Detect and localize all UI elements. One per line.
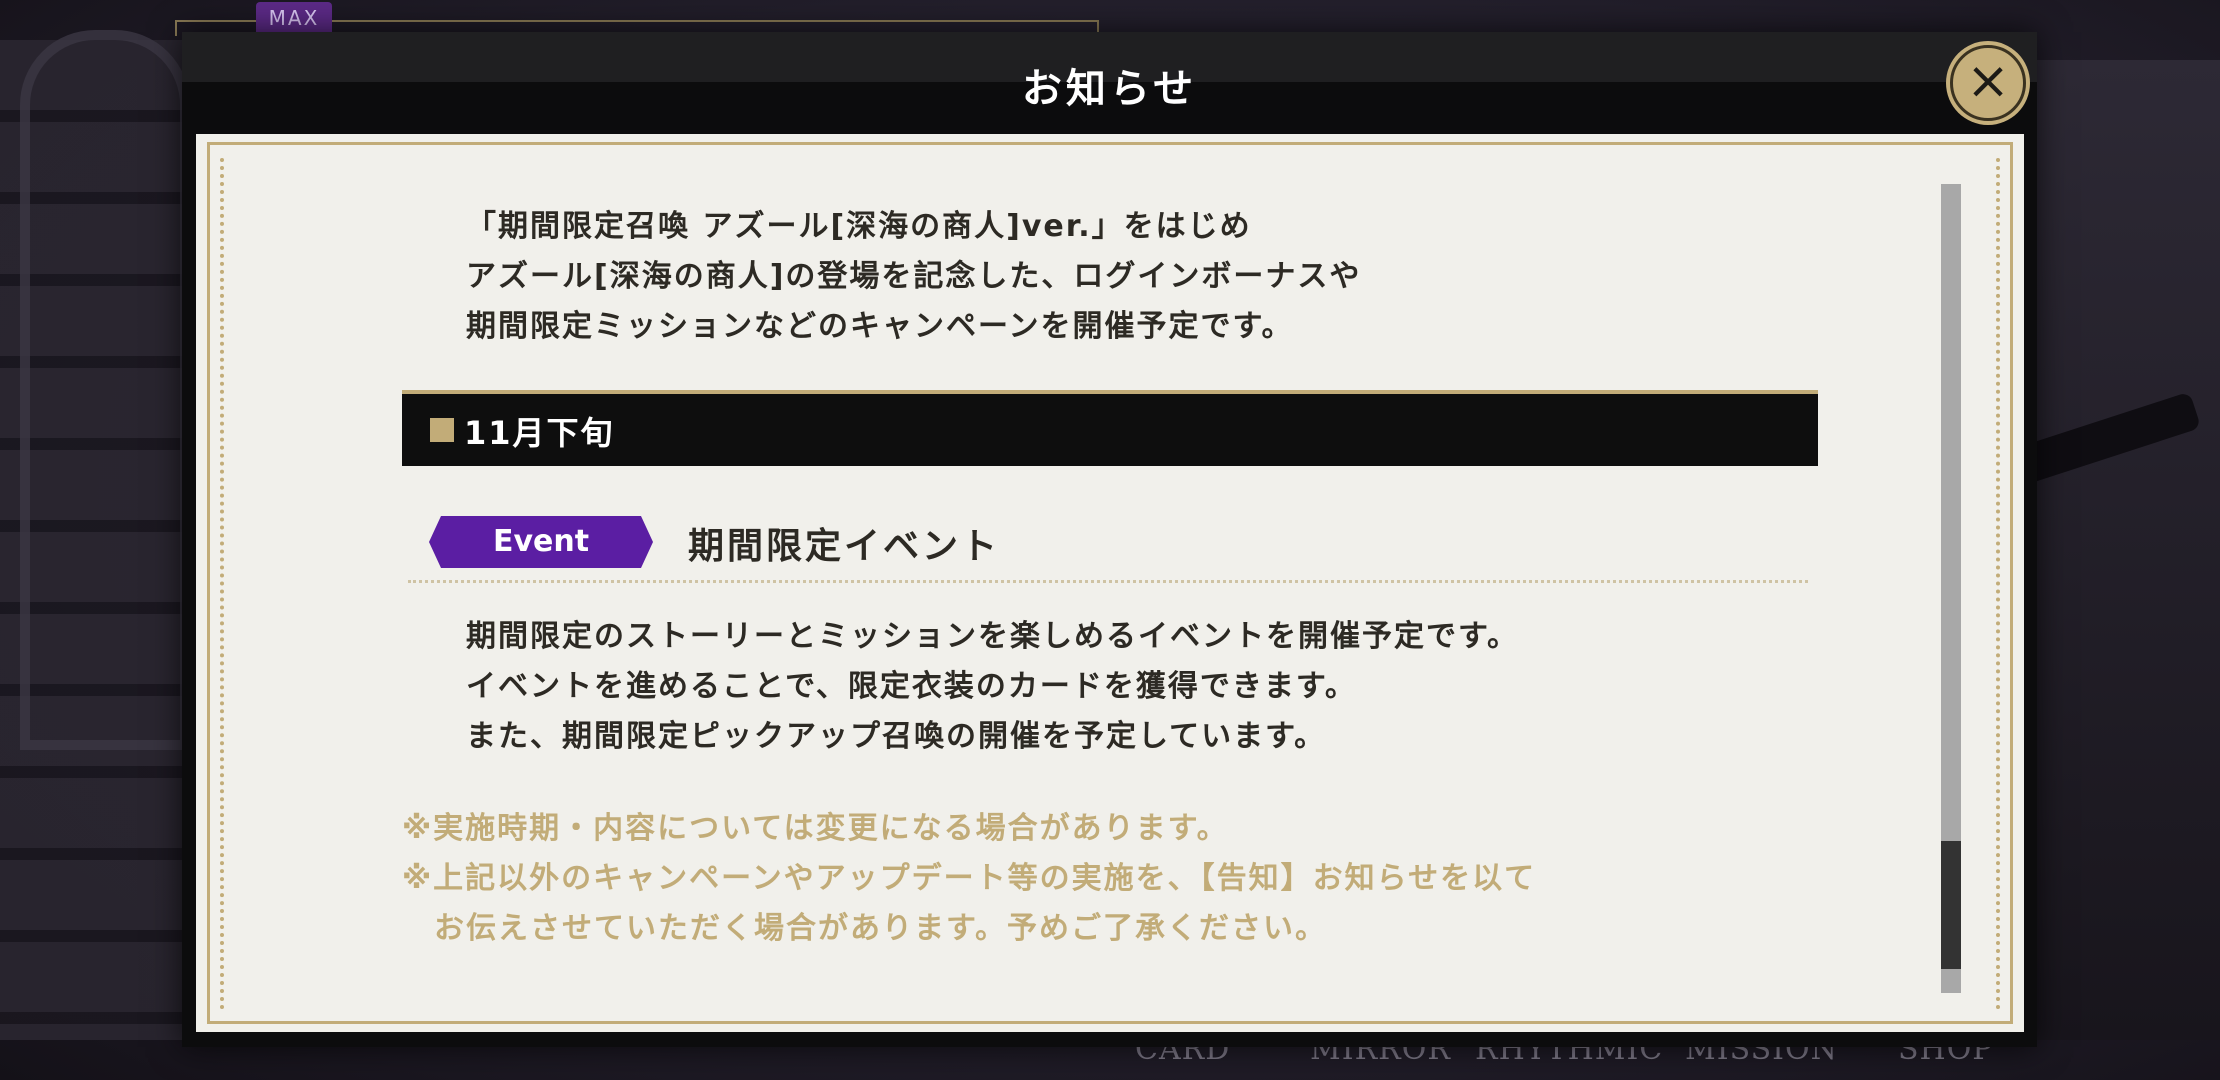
event-title: 期間限定イベント [688, 526, 1001, 567]
section-heading: 11月下旬 [464, 414, 615, 452]
intro-line-2: アズール[深海の商人]の登場を記念した、ログインボーナスや [466, 259, 1362, 294]
intro-line-3: 期間限定ミッションなどのキャンペーンを開催予定です。 [466, 309, 1294, 344]
close-button[interactable]: × [1950, 45, 2026, 121]
note-line-3: お伝えさせていただく場合があります。予めご了承ください。 [402, 911, 1327, 946]
event-badge-label: Event [492, 524, 590, 559]
scrollbar-thumb[interactable] [1941, 841, 1961, 969]
notice-paper: 「期間限定召喚 アズール[深海の商人]ver.」をはじめ アズール[深海の商人]… [196, 134, 2024, 1032]
section-heading-bar: 11月下旬 [402, 390, 1818, 466]
room-wall-illustration [2020, 60, 2220, 1040]
event-line-2: イベントを進めることで、限定衣装のカードを獲得できます。 [466, 669, 1357, 704]
event-line-3: また、期間限定ピックアップ召喚の開催を予定しています。 [466, 719, 1327, 754]
intro-line-1: 「期間限定召喚 アズール[深海の商人]ver.」をはじめ [466, 209, 1252, 244]
event-badge: Event [429, 516, 653, 568]
scrollbar-track[interactable] [1941, 184, 1961, 993]
square-bullet-icon [430, 418, 454, 442]
dotted-divider [408, 580, 1808, 583]
event-line-1: 期間限定のストーリーとミッションを楽しめるイベントを開催予定です。 [466, 619, 1519, 654]
max-badge: MAX [256, 2, 332, 34]
close-icon: × [1966, 51, 2010, 111]
note-line-2: ※上記以外のキャンペーンやアップデート等の実施を、【告知】お知らせを以て [402, 861, 1537, 896]
modal-title: お知らせ [1021, 66, 1198, 112]
arched-window-illustration [20, 30, 190, 750]
notice-content[interactable]: 「期間限定召喚 アズール[深海の商人]ver.」をはじめ アズール[深海の商人]… [196, 134, 2024, 1032]
note-line-1: ※実施時期・内容については変更になる場合があります。 [402, 811, 1229, 846]
